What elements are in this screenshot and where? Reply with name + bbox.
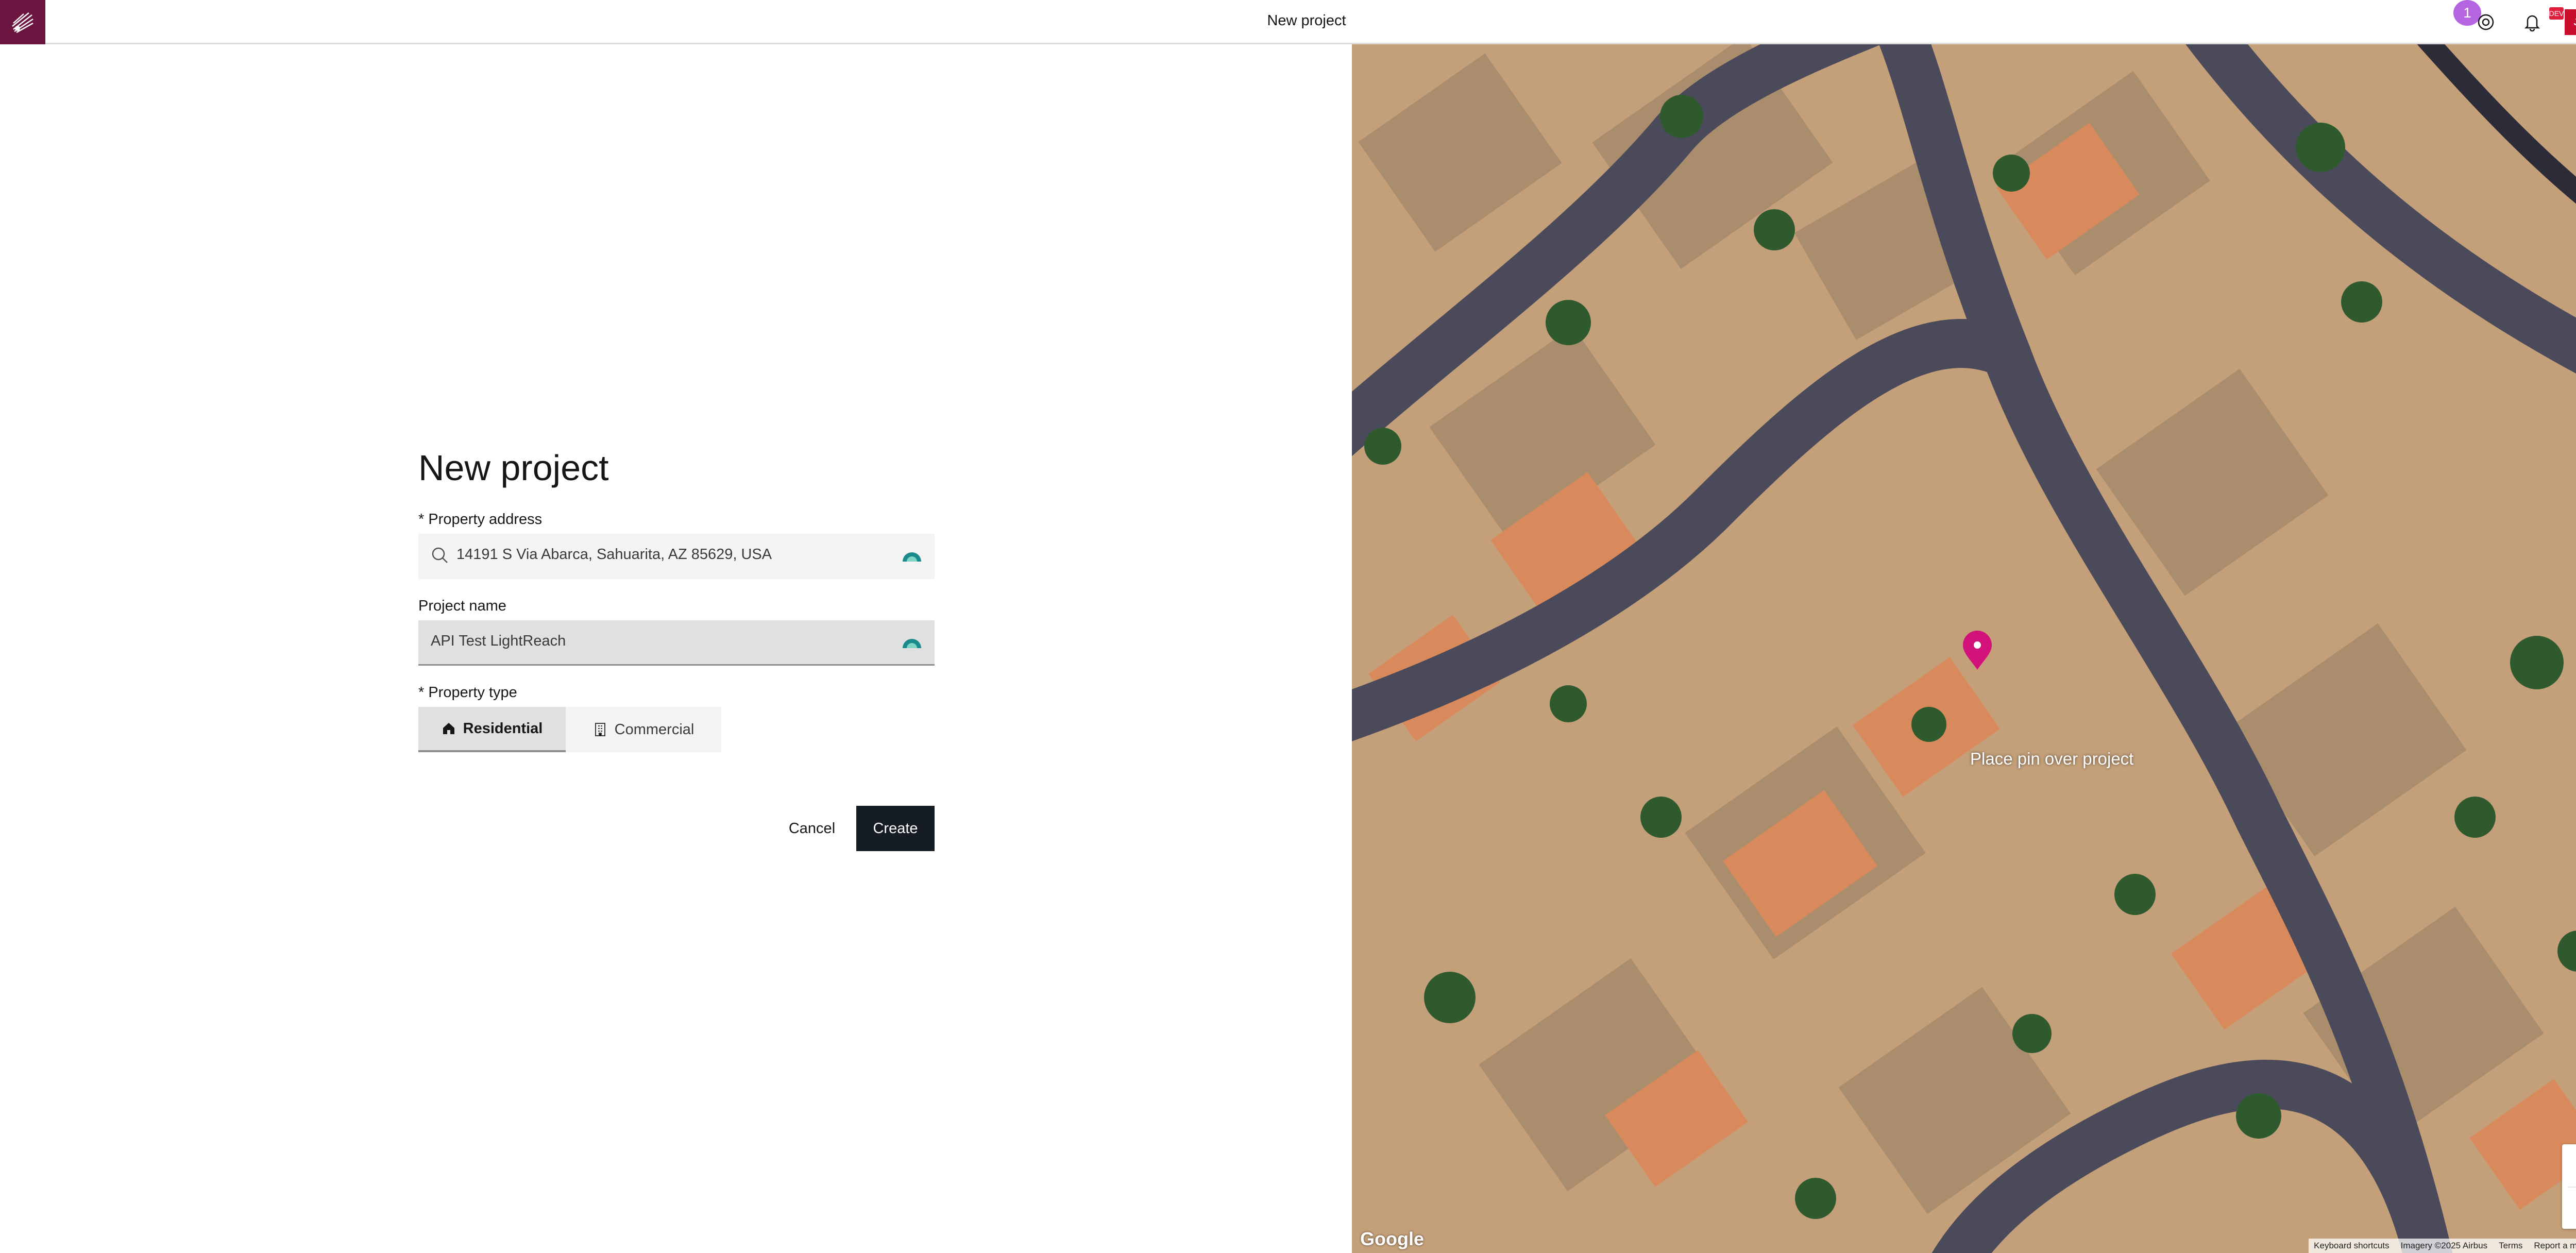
building-icon bbox=[595, 723, 605, 736]
terms-link[interactable]: Terms bbox=[2499, 1241, 2522, 1251]
search-icon bbox=[432, 547, 448, 563]
satellite-map[interactable]: Place pin over project + − Google Keyboa… bbox=[1352, 44, 2576, 1253]
environment-badge: DEV bbox=[2549, 7, 2564, 20]
top-bar: New project 1 DEV JI bbox=[0, 0, 2576, 44]
project-name-input[interactable]: API Test LightReach bbox=[418, 620, 935, 666]
property-type-selector: Residential Commercial bbox=[418, 707, 721, 752]
cancel-button[interactable]: Cancel bbox=[773, 806, 851, 851]
create-button[interactable]: Create bbox=[856, 806, 935, 851]
report-map-error-link[interactable]: Report a map error bbox=[2534, 1241, 2576, 1251]
lightreach-icon bbox=[903, 639, 921, 648]
page-title: New project bbox=[1267, 12, 1346, 29]
help-icon[interactable] bbox=[2473, 9, 2499, 35]
commercial-label: Commercial bbox=[614, 721, 694, 738]
residential-option[interactable]: Residential bbox=[418, 707, 566, 752]
lightreach-icon bbox=[903, 552, 921, 562]
map-hint: Place pin over project bbox=[1970, 749, 2134, 768]
form-heading: New project bbox=[418, 448, 609, 488]
notification-bell-icon[interactable] bbox=[2519, 9, 2545, 35]
property-type-label: * Property type bbox=[418, 684, 517, 701]
commercial-option[interactable]: Commercial bbox=[566, 707, 721, 752]
house-icon bbox=[443, 723, 454, 734]
map-pin-icon[interactable] bbox=[1961, 630, 1994, 671]
google-logo: Google bbox=[1360, 1228, 1424, 1249]
residential-label: Residential bbox=[463, 720, 543, 737]
project-name-value: API Test LightReach bbox=[431, 633, 566, 649]
project-name-label: Project name bbox=[418, 598, 506, 614]
zoom-control: + − bbox=[2562, 1144, 2576, 1229]
address-input[interactable]: 14191 S Via Abarca, Sahuarita, AZ 85629,… bbox=[418, 534, 935, 579]
avatar[interactable]: JI bbox=[2565, 9, 2576, 35]
address-value: 14191 S Via Abarca, Sahuarita, AZ 85629,… bbox=[456, 546, 772, 563]
keyboard-shortcuts-link[interactable]: Keyboard shortcuts bbox=[2314, 1241, 2389, 1251]
zoom-in-button[interactable]: + bbox=[2562, 1144, 2576, 1187]
map-attribution: Keyboard shortcuts Imagery ©2025 Airbus … bbox=[2309, 1239, 2576, 1253]
zoom-out-button[interactable]: − bbox=[2562, 1188, 2576, 1230]
address-label: * Property address bbox=[418, 511, 543, 528]
imagery-credit: Imagery ©2025 Airbus bbox=[2400, 1241, 2488, 1250]
